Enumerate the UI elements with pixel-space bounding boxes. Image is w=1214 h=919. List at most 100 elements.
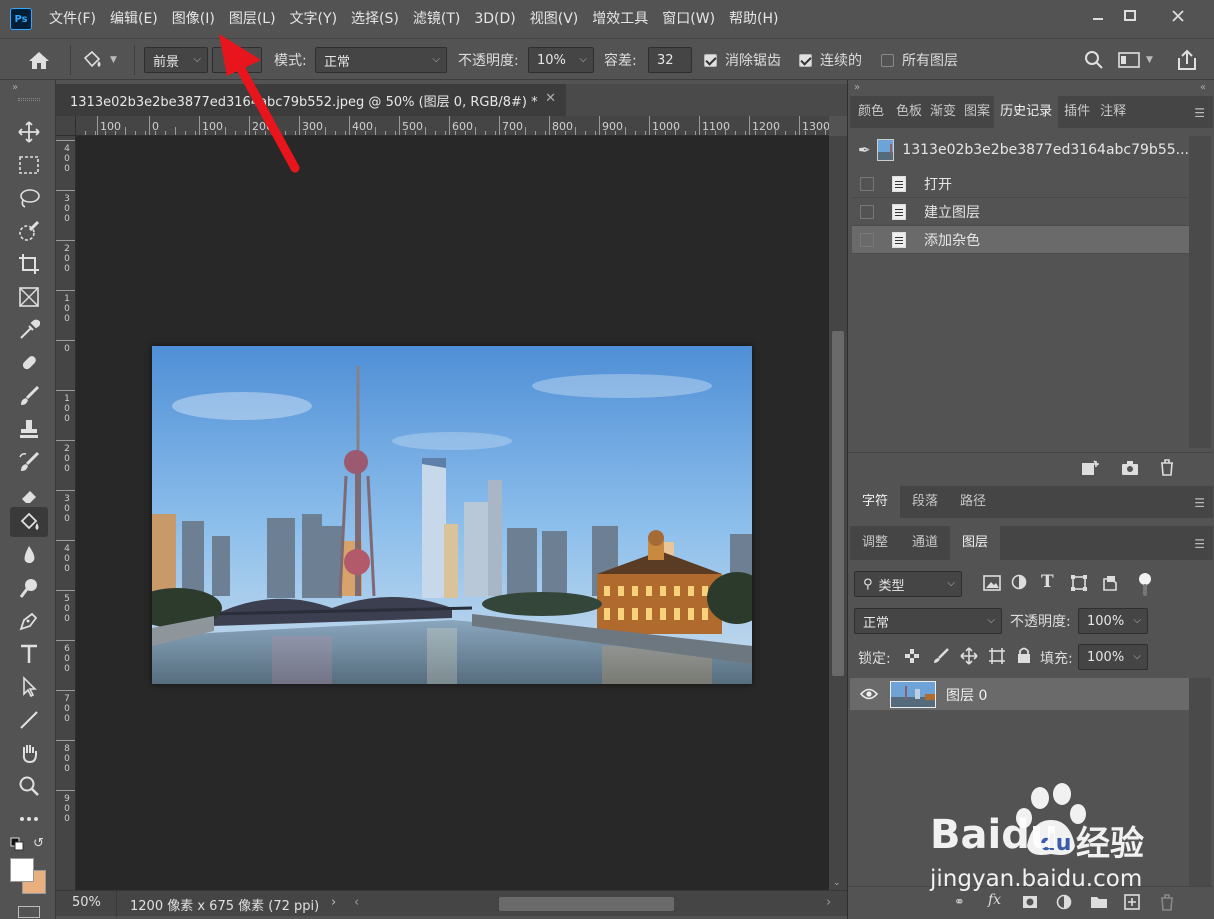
contiguous-checkbox[interactable]: 连续的 xyxy=(799,39,862,81)
ruler-origin[interactable] xyxy=(56,116,76,136)
tab-paths[interactable]: 路径 xyxy=(950,486,996,518)
contiguous-check-icon[interactable] xyxy=(799,53,812,67)
all-layers-check-icon[interactable] xyxy=(881,53,894,67)
share-icon[interactable] xyxy=(1176,39,1198,81)
scroll-down-icon[interactable]: ⌄ xyxy=(833,878,841,888)
brush-tool-icon[interactable] xyxy=(10,381,48,411)
history-item-checkbox[interactable] xyxy=(860,232,874,247)
visibility-eye-icon[interactable] xyxy=(859,687,879,705)
move-tool-icon[interactable] xyxy=(10,117,48,147)
restore-icon[interactable] xyxy=(1112,4,1148,28)
swap-colors-icon[interactable]: ↺ xyxy=(33,836,44,851)
scroll-left-icon[interactable]: ‹ xyxy=(354,895,359,910)
filter-toggle-icon[interactable] xyxy=(1138,572,1152,602)
menu-file[interactable]: 文件(F) xyxy=(42,0,103,38)
workspace-icon[interactable]: ▼ xyxy=(1118,39,1153,81)
default-colors-icon[interactable] xyxy=(10,837,24,855)
panel-menu-icon[interactable]: ☰ xyxy=(1194,106,1205,120)
home-icon[interactable] xyxy=(26,39,52,81)
tab-history[interactable]: 历史记录 xyxy=(994,96,1059,128)
blend-mode-select[interactable]: 正常 ⌵ xyxy=(854,608,1002,634)
status-menu-chevron-icon[interactable]: › xyxy=(331,895,336,910)
history-brush-tool-icon[interactable] xyxy=(10,447,48,477)
zoom-tool-icon[interactable] xyxy=(10,771,48,801)
vertical-ruler[interactable]: 400 300 200 100 0 100 200 300 400 500 600 700 800 900 xyxy=(56,136,76,890)
lock-transparent-pixels-icon[interactable] xyxy=(904,648,920,668)
history-scrollbar[interactable] xyxy=(1189,136,1211,448)
mode-select[interactable]: 正常 ⌵ xyxy=(315,47,447,73)
menu-window[interactable]: 窗口(W) xyxy=(655,0,722,38)
tab-gradients[interactable]: 渐变 xyxy=(926,96,960,128)
history-snapshot[interactable]: ✒ 1313e02b3e2be3877ed3164abc79b55... xyxy=(852,136,1189,164)
layer-row[interactable]: 图层 0 xyxy=(850,678,1189,710)
history-item-add-noise[interactable]: 添加杂色 xyxy=(852,226,1189,254)
menu-view[interactable]: 视图(V) xyxy=(523,0,586,38)
all-layers-checkbox[interactable]: 所有图层 xyxy=(881,39,958,81)
filter-smart-object-icon[interactable] xyxy=(1102,575,1118,595)
dodge-tool-icon[interactable] xyxy=(10,573,48,603)
collapse-panels-icon[interactable]: » xyxy=(854,82,860,93)
paint-bucket-preset-icon[interactable]: ▼ xyxy=(80,39,117,81)
layers-scrollbar[interactable] xyxy=(1189,678,1211,886)
lock-image-pixels-icon[interactable] xyxy=(932,647,950,669)
horizontal-scroll-thumb[interactable] xyxy=(499,897,674,911)
tab-swatches[interactable]: 色板 xyxy=(892,96,926,128)
hand-tool-icon[interactable] xyxy=(10,738,48,768)
blur-tool-icon[interactable] xyxy=(10,540,48,570)
history-item-new-layer[interactable]: 建立图层 xyxy=(852,198,1189,226)
history-brush-source-icon[interactable]: ✒ xyxy=(858,141,871,159)
foreground-color-swatch[interactable] xyxy=(10,858,34,882)
layer-fill-field[interactable]: 100% ⌵ xyxy=(1078,644,1148,670)
lock-all-icon[interactable] xyxy=(1016,646,1032,668)
frame-tool-icon[interactable] xyxy=(10,282,48,312)
clone-stamp-tool-icon[interactable] xyxy=(10,414,48,444)
zoom-level[interactable]: 50% xyxy=(72,895,101,910)
paint-bucket-tool-icon[interactable] xyxy=(10,507,48,537)
tab-layers[interactable]: 图层 xyxy=(950,526,1001,560)
panel-menu-icon[interactable]: ☰ xyxy=(1194,496,1205,510)
antialias-checkbox[interactable]: 消除锯齿 xyxy=(704,39,781,81)
healing-brush-tool-icon[interactable] xyxy=(10,348,48,378)
layer-opacity-field[interactable]: 100% ⌵ xyxy=(1078,608,1148,634)
opacity-field[interactable]: 10% ⌵ xyxy=(528,47,594,73)
tab-notes[interactable]: 注释 xyxy=(1096,96,1130,128)
tab-patterns[interactable]: 图案 xyxy=(960,96,994,128)
tab-color[interactable]: 颜色 xyxy=(850,96,892,128)
horizontal-ruler[interactable]: 100 0 100 200 300 400 500 600 700 800 900 1000 1100 1… xyxy=(76,116,829,136)
document-info[interactable]: 1200 像素 x 675 像素 (72 ppi) xyxy=(130,895,319,914)
antialias-check-icon[interactable] xyxy=(704,53,717,67)
close-window-icon[interactable] xyxy=(1160,4,1196,28)
toolbar-grip[interactable] xyxy=(18,98,40,101)
menu-3d[interactable]: 3D(D) xyxy=(467,0,522,38)
filter-adjustment-icon[interactable] xyxy=(1011,574,1027,594)
vertical-scrollbar[interactable]: ⌄ xyxy=(829,136,847,890)
menu-filter[interactable]: 滤镜(T) xyxy=(406,0,467,38)
type-tool-icon[interactable] xyxy=(10,639,48,669)
layer-filter-select[interactable]: ⚲ 类型 ⌵ xyxy=(854,571,962,597)
collapse-toolbar-icon[interactable]: » xyxy=(12,82,18,93)
more-tools-icon[interactable] xyxy=(10,804,48,834)
tab-paragraph[interactable]: 段落 xyxy=(900,486,950,518)
document-image[interactable] xyxy=(152,346,752,684)
filter-shape-icon[interactable] xyxy=(1070,574,1088,596)
lock-artboard-icon[interactable] xyxy=(988,647,1006,669)
menu-plugins[interactable]: 增效工具 xyxy=(585,0,655,38)
layer-name[interactable]: 图层 0 xyxy=(946,685,987,705)
history-item-open[interactable]: 打开 xyxy=(852,170,1189,198)
fill-source-select[interactable]: 前景 ⌵ xyxy=(144,47,208,73)
filter-type-icon[interactable]: T xyxy=(1041,572,1054,592)
scroll-right-icon[interactable]: › xyxy=(826,895,831,910)
path-selection-tool-icon[interactable] xyxy=(10,672,48,702)
lock-position-icon[interactable] xyxy=(960,647,978,669)
tab-channels[interactable]: 通道 xyxy=(900,526,950,560)
history-item-checkbox[interactable] xyxy=(860,176,874,191)
line-tool-icon[interactable] xyxy=(10,705,48,735)
close-document-icon[interactable]: ✕ xyxy=(545,91,556,106)
tab-character[interactable]: 字符 xyxy=(850,486,901,518)
filter-pixel-icon[interactable] xyxy=(983,575,1001,595)
menu-edit[interactable]: 编辑(E) xyxy=(103,0,165,38)
panel-menu-icon[interactable]: ☰ xyxy=(1194,537,1205,551)
tab-plugins[interactable]: 插件 xyxy=(1058,96,1096,128)
tolerance-field[interactable]: 32 xyxy=(648,47,692,73)
pen-tool-icon[interactable] xyxy=(10,606,48,636)
